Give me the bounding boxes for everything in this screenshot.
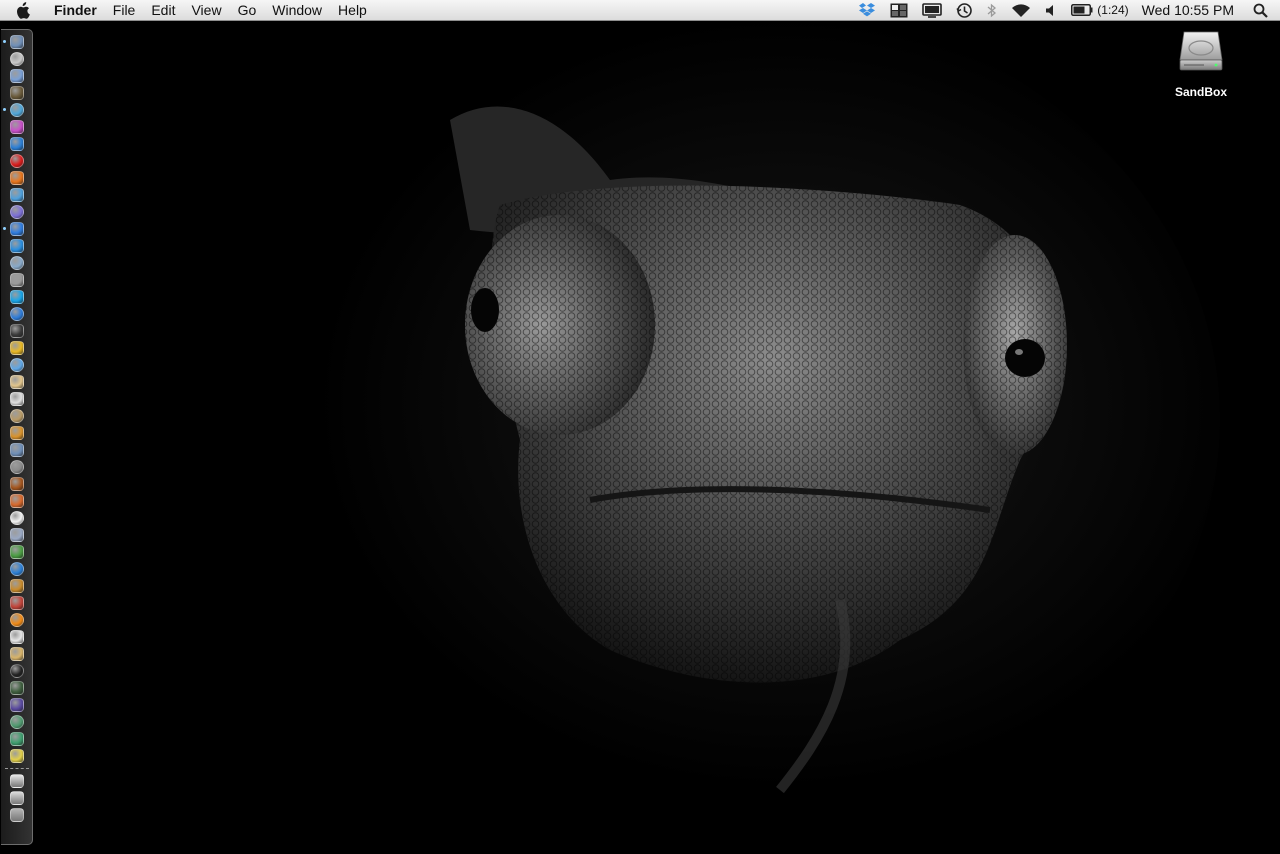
dock-app-skype[interactable] [10,290,24,304]
time-machine-icon[interactable] [956,0,973,21]
dock-app-itunes-2[interactable] [10,239,24,253]
dock-app-safari-2[interactable] [10,188,24,202]
menu-help[interactable]: Help [330,0,375,21]
battery-time-remaining: (1:24) [1097,3,1129,17]
menu-window[interactable]: Window [264,0,330,21]
dock-app-star[interactable] [10,749,24,763]
dock-app-terminal[interactable] [10,664,24,678]
dock-app-football[interactable] [10,477,24,491]
dock-app-fruit[interactable] [10,596,24,610]
dock-app-firefox[interactable] [10,171,24,185]
dock-app-compass[interactable] [10,222,24,236]
dock-app-grid[interactable] [10,443,24,457]
menu-view[interactable]: View [183,0,229,21]
dock-app-sphere[interactable] [10,324,24,338]
dock-app-address-book[interactable] [10,409,24,423]
dock-app-player[interactable] [10,630,24,644]
dock-app-pen[interactable] [10,528,24,542]
dock-app-itunes[interactable] [10,120,24,134]
dock-app-guitar[interactable] [10,579,24,593]
dock-running-indicator [3,227,6,230]
menu-edit[interactable]: Edit [143,0,183,21]
dock-app-quicksilver[interactable] [10,698,24,712]
dock-app-vlc[interactable] [10,613,24,627]
dock-app-activity[interactable] [10,681,24,695]
dock-app-globe[interactable] [10,732,24,746]
battery-icon [1071,4,1093,16]
dock-app-stamp[interactable] [10,494,24,508]
dock [1,29,33,845]
dock-app-photos[interactable] [10,715,24,729]
menu-bar: Finder File Edit View Go Window Help (1:… [0,0,1280,21]
dock-downloads-stack[interactable] [10,791,24,805]
bluetooth-icon[interactable] [987,0,997,21]
desktop-drive-sandbox[interactable]: SandBox [1160,28,1242,99]
dock-trash[interactable] [10,808,24,822]
dock-running-indicator [3,40,6,43]
dock-app-screenshot[interactable] [10,460,24,474]
dock-app-ie[interactable] [10,562,24,576]
wifi-icon[interactable] [1011,0,1031,21]
dock-app-textedit[interactable] [10,511,24,525]
dock-app-dropbox[interactable] [10,307,24,321]
dock-app-script[interactable] [10,647,24,661]
hard-drive-icon [1179,31,1223,71]
dock-documents-stack[interactable] [10,774,24,788]
dock-app-istat[interactable] [10,205,24,219]
menu-file[interactable]: File [105,0,144,21]
spotlight-icon[interactable] [1253,0,1268,21]
menubar-clock[interactable]: Wed 10:55 PM [1142,2,1234,18]
menu-go[interactable]: Go [230,0,265,21]
dock-app-notes[interactable] [10,375,24,389]
dock-separator [5,768,29,770]
dock-app-calendar[interactable] [10,392,24,406]
dock-app-preview-2[interactable] [10,256,24,270]
dock-app-image[interactable] [10,69,24,83]
apple-menu-icon[interactable] [12,1,32,19]
dock-app-iphoto[interactable] [10,426,24,440]
display-icon[interactable] [922,0,943,21]
dock-app-teamviewer[interactable] [10,137,24,151]
apple-logo-icon [16,1,30,19]
dock-app-monitor[interactable] [10,273,24,287]
dropbox-icon[interactable] [858,0,876,21]
dock-app-preview[interactable] [10,35,24,49]
battery-status[interactable]: (1:24) [1071,0,1129,21]
spaces-icon[interactable] [890,0,908,21]
dock-running-indicator [3,108,6,111]
menu-app-finder[interactable]: Finder [44,0,105,21]
volume-icon[interactable] [1045,0,1057,21]
desktop-wallpaper [0,0,1280,854]
menu-extras: (1:24) Wed 10:55 PM [851,0,1280,21]
dock-app-ichat[interactable] [10,358,24,372]
dock-app-opera[interactable] [10,154,24,168]
drive-label: SandBox [1174,85,1227,99]
dock-app-safari[interactable] [10,52,24,66]
dock-app-chrome[interactable] [10,341,24,355]
dock-app-bottle[interactable] [10,86,24,100]
dock-app-palette[interactable] [10,545,24,559]
dock-app-chat[interactable] [10,103,24,117]
